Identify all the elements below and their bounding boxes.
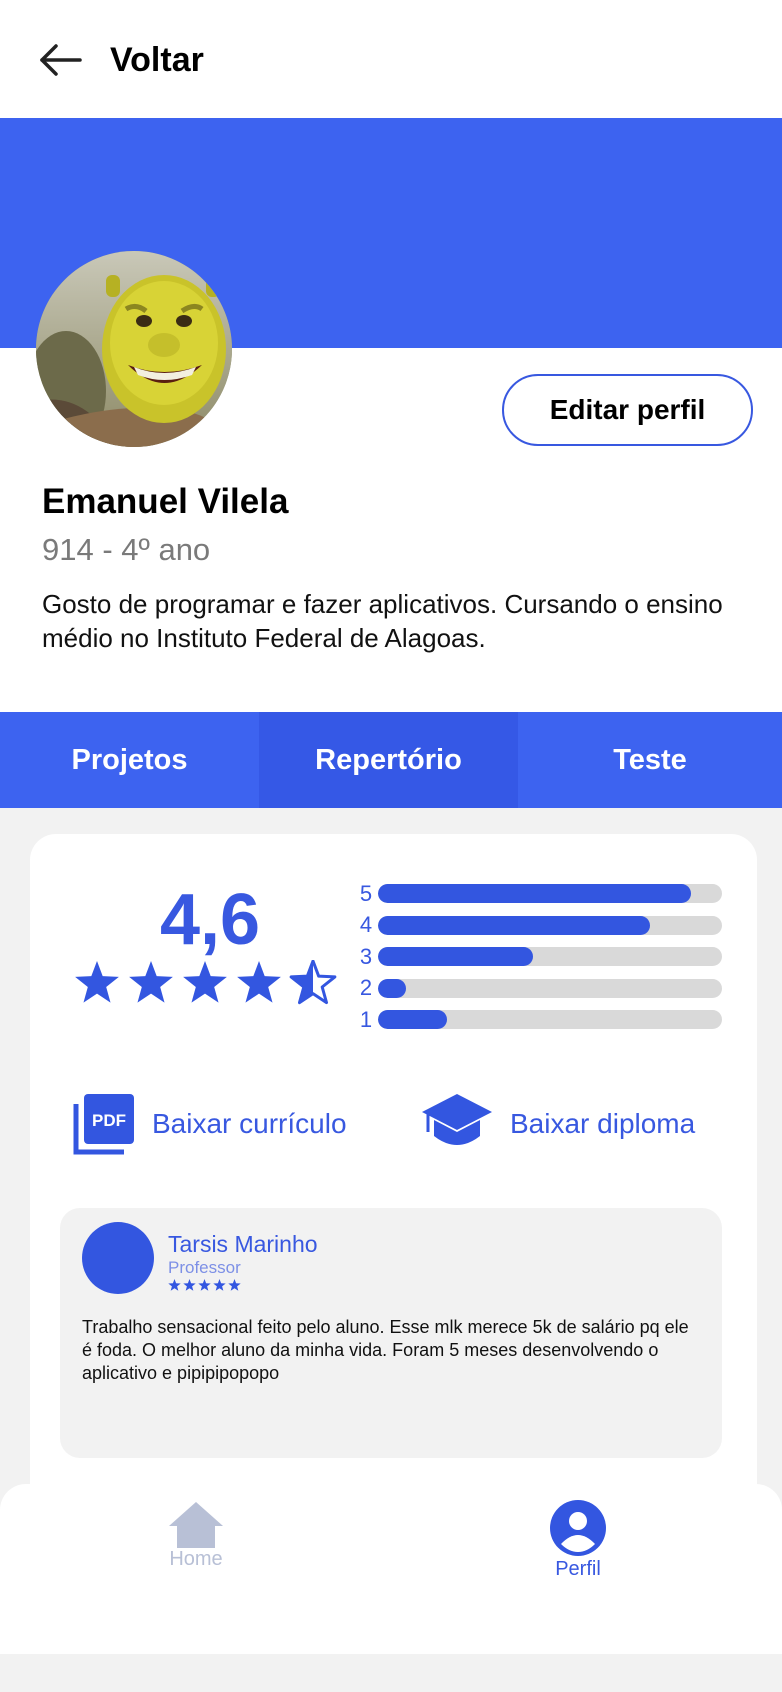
tab-teste[interactable]: Teste (518, 712, 782, 808)
pdf-icon: PDF (73, 1094, 134, 1155)
top-bar: Voltar (0, 0, 782, 118)
nav-profile[interactable]: Perfil (520, 1500, 636, 1581)
rating-bar-track (378, 884, 722, 904)
star-icon (129, 961, 173, 1003)
rating-bar-fill (378, 978, 406, 998)
review-card: Tarsis Marinho Professor Trabalho sensac… (60, 1208, 722, 1458)
rating-row-label: 5 (359, 880, 373, 906)
review-text: Trabalho sensacional feito pelo aluno. E… (82, 1317, 689, 1383)
download-cv-label: Baixar currículo (152, 1108, 347, 1139)
profile-tabs: Projetos Repertório Teste (0, 712, 782, 808)
tab-repertorio[interactable]: Repertório (259, 712, 518, 808)
pdf-icon-text: PDF (92, 1111, 126, 1130)
nav-profile-label: Perfil (555, 1558, 601, 1580)
edit-profile-button[interactable]: Editar perfil (502, 374, 753, 446)
rating-row-label: 1 (359, 1006, 373, 1032)
graduation-cap-icon (422, 1094, 492, 1145)
back-button[interactable]: Voltar (36, 36, 296, 84)
review-stars (168, 1279, 241, 1291)
star-icon (183, 961, 227, 1003)
avatar-image (36, 251, 232, 447)
user-icon (550, 1500, 606, 1556)
star-icon (198, 1279, 211, 1291)
star-icon (228, 1279, 241, 1291)
arrow-left-icon (40, 44, 82, 76)
profile-bio: Gosto de programar e fazer aplicativos. … (42, 589, 723, 653)
rating-row-2: 2 (356, 973, 726, 1005)
nav-home-label: Home (169, 1548, 223, 1570)
star-icon (75, 961, 119, 1003)
profile-class-year: 914 - 4º ano (42, 532, 211, 567)
avatar (36, 251, 232, 447)
nav-home[interactable]: Home (138, 1500, 254, 1571)
rating-bar-track (378, 915, 722, 935)
download-diploma-button[interactable]: Baixar diploma (420, 1092, 695, 1156)
home-icon (169, 1502, 223, 1548)
back-label: Voltar (110, 40, 204, 79)
rating-bar-track (378, 978, 722, 998)
rating-bar-fill (378, 947, 533, 967)
bottom-navigation: Home Perfil (0, 1484, 782, 1654)
rating-bar-fill (378, 1010, 447, 1030)
rating-row-5: 5 (356, 878, 726, 910)
rating-stars (75, 960, 337, 1005)
rating-row-4: 4 (356, 910, 726, 942)
download-diploma-label: Baixar diploma (510, 1108, 696, 1139)
rating-bar-track (378, 1010, 722, 1030)
rating-bar-track (378, 947, 722, 967)
rating-row-label: 4 (359, 912, 373, 938)
star-icon (237, 961, 281, 1003)
rating-row-1: 1 (356, 1004, 726, 1036)
reviewer-avatar (82, 1222, 154, 1294)
reviewer-name: Tarsis Marinho (168, 1231, 318, 1257)
download-cv-button[interactable]: PDF Baixar currículo (72, 1092, 347, 1156)
rating-row-3: 3 (356, 941, 726, 973)
reviewer-role: Professor (168, 1258, 241, 1277)
star-icon (183, 1279, 196, 1291)
rating-bar-fill (378, 915, 650, 935)
rating-row-label: 2 (359, 975, 373, 1001)
rating-distribution: 5 4 3 2 1 (356, 878, 726, 1036)
profile-name: Emanuel Vilela (42, 482, 289, 521)
star-icon (168, 1279, 181, 1291)
rating-bar-fill (378, 884, 692, 904)
rating-row-label: 3 (359, 943, 373, 969)
tab-projetos[interactable]: Projetos (0, 712, 259, 808)
star-icon (213, 1279, 226, 1291)
